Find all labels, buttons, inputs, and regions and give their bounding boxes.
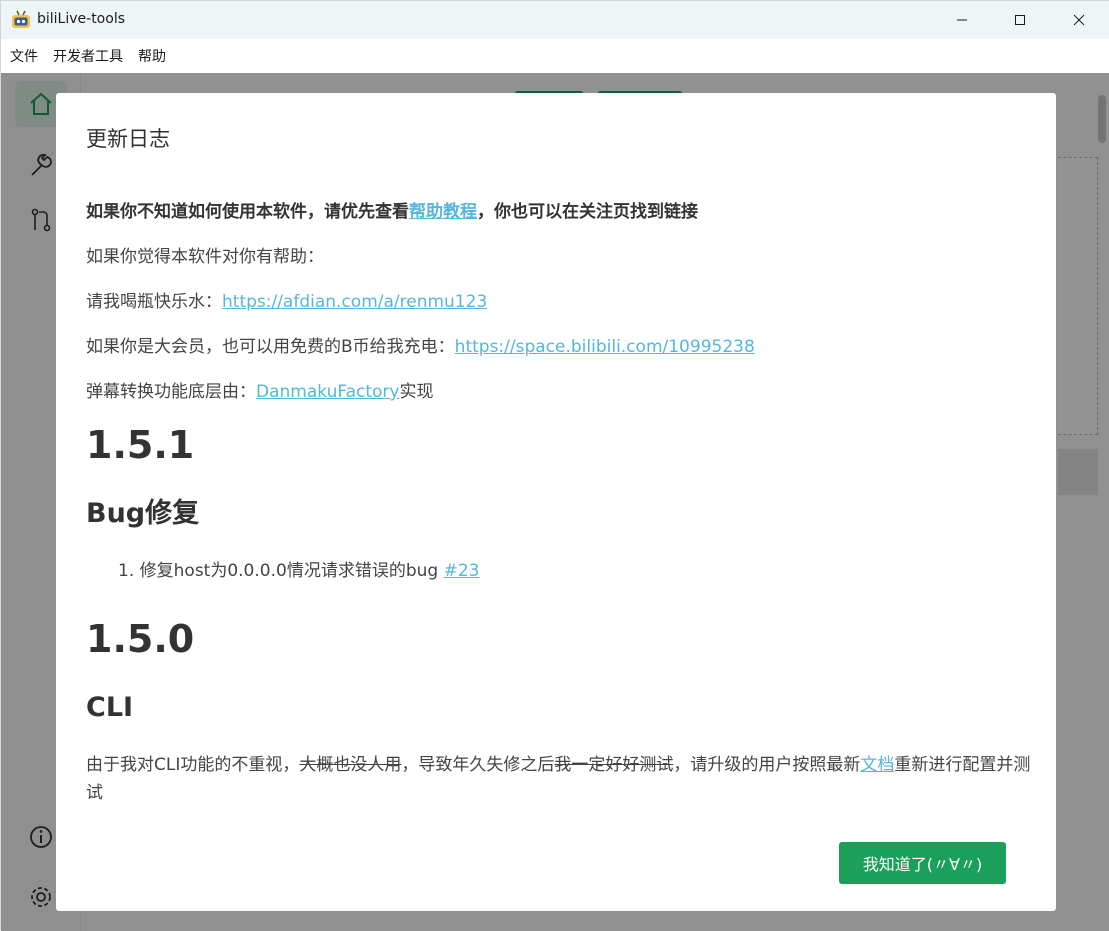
- docs-link[interactable]: 文档: [860, 755, 894, 775]
- acknowledge-button[interactable]: 我知道了(〃∀〃): [839, 842, 1006, 884]
- menu-devtools[interactable]: 开发者工具: [53, 46, 123, 66]
- bugfix-heading: Bug修复: [86, 498, 200, 529]
- afdian-label: 请我喝瓶快乐水：: [86, 292, 222, 312]
- issue-23-link[interactable]: #23: [444, 561, 480, 581]
- window-title: biliLive-tools: [37, 11, 125, 27]
- afdian-link[interactable]: https://afdian.com/a/renmu123: [222, 292, 487, 312]
- title-bar: biliLive-tools: [1, 1, 1109, 39]
- intro-paragraph: 如果你不知道如何使用本软件，请优先查看帮助教程，你也可以在关注页找到链接: [86, 198, 1031, 226]
- minimize-button[interactable]: [933, 1, 991, 39]
- cli-strike-text-2: 我一定好好测试: [554, 755, 674, 775]
- bilibili-link[interactable]: https://space.bilibili.com/10995238: [455, 337, 755, 357]
- changelog-content: 如果你不知道如何使用本软件，请优先查看帮助教程，你也可以在关注页找到链接 如果你…: [86, 198, 1031, 910]
- version-heading-150: 1.5.0: [86, 617, 195, 661]
- cli-text-mid: ，导致年久失修之后: [401, 755, 555, 775]
- dialog-title: 更新日志: [86, 127, 170, 151]
- danmaku-suffix: 实现: [399, 382, 434, 402]
- cli-text-mid2: ，请升级的用户按照最新: [673, 755, 861, 775]
- help-line: 如果你觉得本软件对你有帮助：: [86, 247, 324, 267]
- app-logo-icon: [11, 10, 31, 30]
- bili-label: 如果你是大会员，也可以用免费的B币给我充电：: [86, 337, 455, 357]
- bili-paragraph: 如果你是大会员，也可以用免费的B币给我充电：https://space.bili…: [86, 333, 1031, 361]
- menu-file[interactable]: 文件: [10, 46, 38, 66]
- app-window: biliLive-tools 文件 开发者工具 帮助 更新日志 如果你不知道如何…: [0, 0, 1109, 931]
- changelog-dialog: 更新日志 如果你不知道如何使用本软件，请优先查看帮助教程，你也可以在关注页找到链…: [56, 93, 1056, 911]
- close-button[interactable]: [1050, 1, 1108, 39]
- cli-text: 由于我对CLI功能的不重视，: [86, 755, 300, 775]
- intro-text: 如果你不知道如何使用本软件，请优先查看: [86, 202, 409, 222]
- menu-help[interactable]: 帮助: [138, 46, 166, 66]
- list-number: 1.: [118, 561, 135, 581]
- afdian-paragraph: 请我喝瓶快乐水：https://afdian.com/a/renmu123: [86, 288, 1031, 316]
- cli-heading: CLI: [86, 692, 134, 723]
- list-item: 1. 修复host为0.0.0.0情况请求错误的bug #23: [118, 557, 1031, 585]
- danmakufactory-link[interactable]: DanmakuFactory: [256, 382, 399, 402]
- cli-paragraph: 由于我对CLI功能的不重视，大概也没人用，导致年久失修之后我一定好好测试，请升级…: [86, 751, 1031, 807]
- danmaku-label: 弹幕转换功能底层由：: [86, 382, 256, 402]
- danmaku-paragraph: 弹幕转换功能底层由：DanmakuFactory实现: [86, 378, 1031, 406]
- menu-bar: 文件 开发者工具 帮助: [1, 39, 1109, 73]
- version-heading-151: 1.5.1: [86, 423, 195, 467]
- help-tutorial-link[interactable]: 帮助教程: [409, 202, 477, 222]
- cli-strike-text: 大概也没人用: [299, 755, 402, 775]
- bugfix-text: 修复host为0.0.0.0情况请求错误的bug: [139, 561, 444, 581]
- intro-suffix: ，你也可以在关注页找到链接: [477, 202, 698, 222]
- maximize-button[interactable]: [991, 1, 1049, 39]
